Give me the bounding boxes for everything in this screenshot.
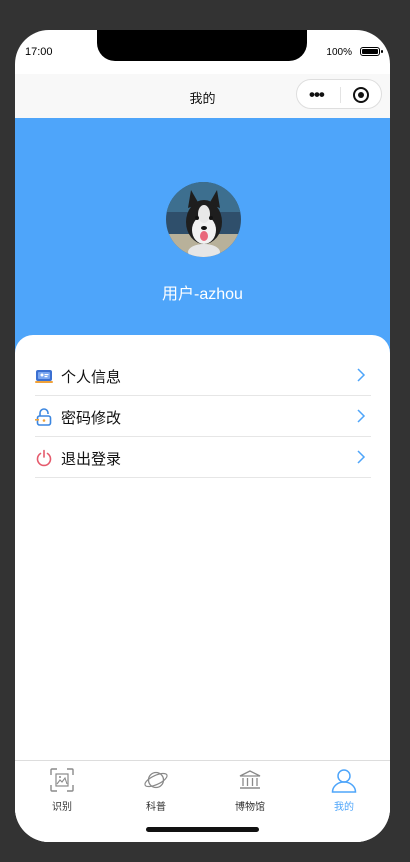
menu-label: 密码修改 <box>61 410 122 427</box>
menu-item-logout[interactable]: 退出登录 <box>35 437 371 478</box>
home-indicator <box>146 827 259 832</box>
museum-icon <box>237 767 263 793</box>
battery-icon <box>360 47 383 56</box>
tab-museum[interactable]: 博物馆 <box>203 761 297 817</box>
tab-label: 科普 <box>146 802 166 813</box>
planet-icon <box>143 767 169 793</box>
tab-label: 识别 <box>52 802 72 813</box>
target-icon[interactable] <box>353 87 369 103</box>
navigation-bar: 我的 ••• <box>15 74 390 118</box>
image-scan-icon <box>49 767 75 793</box>
phone-screen: 17:00 100% 我的 ••• 用户-azhou 个人信息 密码修改 退出登… <box>15 30 390 842</box>
power-icon <box>35 449 53 467</box>
chevron-right-icon <box>355 367 367 383</box>
chevron-right-icon <box>355 408 367 424</box>
status-time: 17:00 <box>25 46 53 58</box>
id-card-icon <box>35 367 53 385</box>
chevron-right-icon <box>355 449 367 465</box>
capsule-divider <box>340 87 341 103</box>
menu-label: 退出登录 <box>61 451 122 468</box>
more-dots-icon[interactable]: ••• <box>309 86 325 103</box>
tab-science[interactable]: 科普 <box>109 761 203 817</box>
username: 用户-azhou <box>162 286 243 303</box>
menu-item-change-password[interactable]: 密码修改 <box>35 396 371 437</box>
tab-label: 我的 <box>334 802 354 813</box>
profile-banner: 用户-azhou <box>15 118 390 368</box>
tab-label: 博物馆 <box>235 802 265 813</box>
tab-mine[interactable]: 我的 <box>297 761 390 817</box>
menu-item-personal-info[interactable]: 个人信息 <box>35 355 371 396</box>
lock-icon <box>35 408 53 426</box>
tab-recognize[interactable]: 识别 <box>15 761 109 817</box>
mini-program-capsule: ••• <box>296 79 382 109</box>
user-icon <box>331 767 357 793</box>
menu-label: 个人信息 <box>61 369 122 386</box>
avatar[interactable] <box>166 182 241 257</box>
notch <box>97 30 307 61</box>
battery-percent: 100% <box>326 47 352 58</box>
